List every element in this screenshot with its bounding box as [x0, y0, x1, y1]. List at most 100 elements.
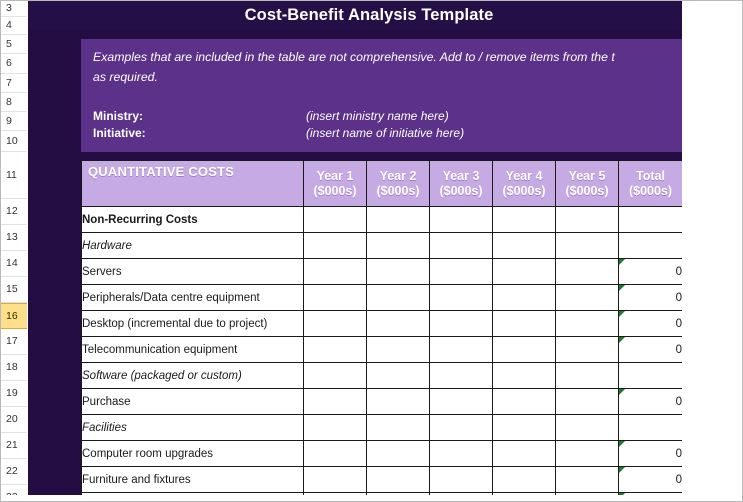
cell-year-4[interactable]: [492, 414, 556, 441]
cost-item-label[interactable]: Servers: [81, 258, 304, 285]
cell-year-3[interactable]: [429, 466, 493, 493]
cell-total[interactable]: 0: [618, 440, 682, 467]
cell-year-4[interactable]: [492, 310, 556, 337]
cell-total[interactable]: 0: [618, 388, 682, 415]
cell-total[interactable]: [618, 206, 682, 233]
field-ministry-value[interactable]: (insert ministry name here): [306, 109, 449, 123]
cell-year-5[interactable]: [555, 310, 619, 337]
row-header-21[interactable]: 21: [1, 433, 27, 459]
cell-total[interactable]: 0: [618, 258, 682, 285]
cell-year-2[interactable]: [366, 206, 430, 233]
table-row[interactable]: Software (packaged or custom): [81, 362, 682, 389]
cell-year-3[interactable]: [429, 414, 493, 441]
cost-item-label[interactable]: Telecommunication equipment: [81, 336, 304, 363]
cell-year-4[interactable]: [492, 466, 556, 493]
table-row[interactable]: Hardware: [81, 232, 682, 259]
cell-year-2[interactable]: [366, 336, 430, 363]
cell-year-4[interactable]: [492, 206, 556, 233]
cost-item-label[interactable]: Desktop (incremental due to project): [81, 310, 304, 337]
quantitative-costs-table[interactable]: QUANTITATIVE COSTS Year 1 ($000s) Year 2 ($0…: [81, 160, 682, 495]
cell-year-1[interactable]: [303, 466, 367, 493]
table-row[interactable]: Peripherals/Data centre equipment 0: [81, 284, 682, 311]
cell-total[interactable]: 0: [618, 284, 682, 311]
cell-year-4[interactable]: [492, 284, 556, 311]
cell-year-5[interactable]: [555, 232, 619, 259]
row-header-14[interactable]: 14: [1, 251, 27, 277]
field-initiative[interactable]: Initiative: (insert name of initiative h…: [93, 126, 673, 143]
row-header-5[interactable]: 5: [1, 35, 27, 54]
row-header-gutter[interactable]: 3456789101112131415161718192021222324: [1, 1, 27, 501]
row-header-12[interactable]: 12: [1, 199, 27, 225]
row-header-3[interactable]: 3: [1, 1, 27, 17]
worksheet-canvas[interactable]: Cost-Benefit Analysis Template Examples …: [28, 1, 682, 495]
col-header-total[interactable]: Total ($000s): [618, 160, 682, 207]
cell-year-2[interactable]: [366, 310, 430, 337]
row-header-10[interactable]: 10: [1, 131, 27, 152]
cell-year-1[interactable]: [303, 206, 367, 233]
cell-year-3[interactable]: [429, 284, 493, 311]
cell-year-1[interactable]: [303, 440, 367, 467]
cost-item-label[interactable]: Computer room upgrades: [81, 440, 304, 467]
table-row[interactable]: Furniture and fixtures 0: [81, 466, 682, 493]
cell-year-3[interactable]: [429, 232, 493, 259]
cell-year-2[interactable]: [366, 362, 430, 389]
row-header-6[interactable]: 6: [1, 54, 27, 74]
cell-year-3[interactable]: [429, 440, 493, 467]
row-header-9[interactable]: 9: [1, 112, 27, 131]
cell-year-5[interactable]: [555, 440, 619, 467]
cell-year-3[interactable]: [429, 388, 493, 415]
cell-year-2[interactable]: [366, 466, 430, 493]
cell-year-4[interactable]: [492, 388, 556, 415]
col-header-year-5[interactable]: Year 5 ($000s): [555, 160, 619, 207]
cell-year-1[interactable]: [303, 232, 367, 259]
row-header-16[interactable]: 16: [1, 303, 27, 329]
cell-total[interactable]: 0: [618, 336, 682, 363]
table-row[interactable]: Non-Recurring Costs: [81, 206, 682, 233]
cell-year-4[interactable]: [492, 258, 556, 285]
cell-year-3[interactable]: [429, 206, 493, 233]
cost-item-label[interactable]: Non-Recurring Costs: [81, 206, 304, 233]
row-header-13[interactable]: 13: [1, 225, 27, 251]
row-header-4[interactable]: 4: [1, 17, 27, 35]
row-header-11[interactable]: 11: [1, 152, 27, 199]
row-header-20[interactable]: 20: [1, 407, 27, 433]
cost-item-label[interactable]: Furniture and fixtures: [81, 466, 304, 493]
col-header-year-4[interactable]: Year 4 ($000s): [492, 160, 556, 207]
cell-total[interactable]: [618, 362, 682, 389]
row-header-15[interactable]: 15: [1, 277, 27, 303]
cell-year-4[interactable]: [492, 440, 556, 467]
cell-year-3[interactable]: [429, 362, 493, 389]
cost-item-label[interactable]: Purchase: [81, 388, 304, 415]
cell-year-1[interactable]: [303, 414, 367, 441]
row-header-17[interactable]: 17: [1, 329, 27, 355]
cost-item-label[interactable]: Facilities: [81, 414, 304, 441]
cell-year-3[interactable]: [429, 310, 493, 337]
cell-year-5[interactable]: [555, 284, 619, 311]
table-row[interactable]: Desktop (incremental due to project) 0: [81, 310, 682, 337]
cell-year-3[interactable]: [429, 258, 493, 285]
col-header-year-1[interactable]: Year 1 ($000s): [303, 160, 367, 207]
cell-year-5[interactable]: [555, 336, 619, 363]
cell-year-5[interactable]: [555, 388, 619, 415]
col-header-year-3[interactable]: Year 3 ($000s): [429, 160, 493, 207]
cell-year-5[interactable]: [555, 414, 619, 441]
cell-year-1[interactable]: [303, 258, 367, 285]
table-body[interactable]: Non-Recurring Costs Hardware Servers 0 Perip…: [81, 206, 682, 495]
table-row[interactable]: Computer room upgrades 0: [81, 440, 682, 467]
cell-year-3[interactable]: [429, 336, 493, 363]
cell-year-4[interactable]: [492, 336, 556, 363]
cost-item-label[interactable]: Peripherals/Data centre equipment: [81, 284, 304, 311]
cell-year-1[interactable]: [303, 310, 367, 337]
field-initiative-value[interactable]: (insert name of initiative here): [306, 126, 464, 140]
cell-year-1[interactable]: [303, 362, 367, 389]
cell-total[interactable]: [618, 232, 682, 259]
cell-year-2[interactable]: [366, 232, 430, 259]
cell-total[interactable]: 0: [618, 466, 682, 493]
cost-item-label[interactable]: Hardware: [81, 232, 304, 259]
cell-year-4[interactable]: [492, 362, 556, 389]
row-header-19[interactable]: 19: [1, 381, 27, 407]
cell-year-5[interactable]: [555, 466, 619, 493]
field-ministry[interactable]: Ministry: (insert ministry name here): [93, 109, 673, 126]
table-row[interactable]: Servers 0: [81, 258, 682, 285]
table-row[interactable]: Facilities: [81, 414, 682, 441]
